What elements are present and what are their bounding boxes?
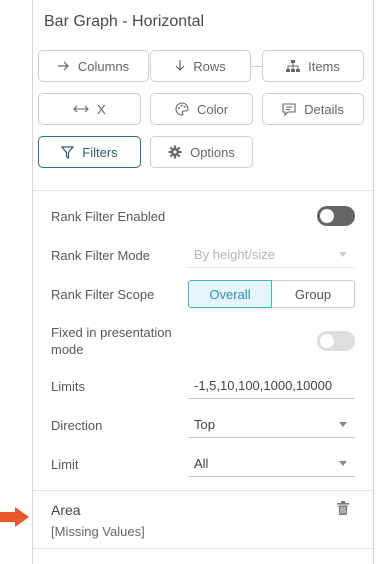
fixed-presentation-toggle[interactable]	[317, 331, 355, 351]
tab-options[interactable]: Options	[150, 136, 253, 168]
limit-select[interactable]: All	[188, 451, 355, 477]
tab-filters-label: Filters	[82, 144, 118, 160]
arrow-right-icon	[57, 61, 69, 71]
toggle-knob	[320, 209, 334, 223]
area-subtitle: [Missing Values]	[51, 524, 145, 539]
tab-columns-label: Columns	[77, 58, 130, 74]
scope-option-overall[interactable]: Overall	[188, 280, 272, 308]
tab-options-label: Options	[190, 144, 235, 160]
limits-input[interactable]: -1,5,10,100,1000,10000	[188, 373, 355, 399]
rank-filter-enabled-toggle[interactable]	[317, 206, 355, 226]
palette-icon	[175, 102, 189, 116]
gear-icon	[168, 145, 182, 159]
fixed-presentation-label: Fixed in presentation mode	[51, 325, 172, 357]
chevron-down-icon	[339, 252, 347, 257]
hierarchy-icon	[286, 60, 301, 72]
tab-details-label: Details	[304, 101, 344, 117]
divider	[33, 548, 373, 549]
tab-filters[interactable]: Filters	[38, 136, 141, 168]
panel-title: Bar Graph - Horizontal	[44, 13, 205, 30]
direction-select[interactable]: Top	[188, 412, 355, 438]
chevron-down-icon	[339, 461, 347, 466]
tab-x-label: X	[97, 101, 106, 117]
tab-rows-label: Rows	[193, 58, 226, 74]
area-title: Area	[51, 502, 81, 518]
divider	[33, 190, 373, 191]
tab-color-label: Color	[196, 101, 229, 117]
tab-x[interactable]: X	[38, 93, 141, 125]
arrow-down-icon	[175, 60, 185, 71]
limit-value: All	[194, 456, 209, 471]
rank-filter-mode-label: Rank Filter Mode	[51, 248, 150, 263]
tab-items[interactable]: Items	[262, 50, 364, 82]
direction-label: Direction	[51, 418, 103, 433]
rank-filter-mode-select[interactable]: By height/size	[188, 242, 355, 268]
rank-filter-enabled-label: Rank Filter Enabled	[51, 209, 166, 224]
pointer-arrow-icon	[0, 507, 29, 527]
trash-icon[interactable]	[337, 501, 349, 515]
rank-filter-scope-segmented: Overall Group	[188, 280, 355, 308]
connector-line	[249, 66, 263, 67]
direction-value: Top	[194, 417, 215, 432]
limit-label: Limit	[51, 457, 79, 472]
filter-icon	[61, 145, 75, 159]
limits-value: -1,5,10,100,1000,10000	[194, 378, 333, 393]
tab-details[interactable]: Details	[262, 93, 364, 125]
arrows-horizontal-icon	[73, 105, 89, 113]
toggle-knob	[320, 334, 334, 348]
tab-color[interactable]: Color	[150, 93, 253, 125]
chevron-down-icon	[339, 422, 347, 427]
tab-columns[interactable]: Columns	[38, 50, 149, 82]
limits-label: Limits	[51, 379, 85, 394]
tab-rows[interactable]: Rows	[150, 50, 251, 82]
rank-filter-scope-label: Rank Filter Scope	[51, 287, 155, 302]
scope-option-group[interactable]: Group	[272, 280, 355, 308]
tab-items-label: Items	[308, 58, 340, 74]
properties-panel: Bar Graph - Horizontal Columns Rows Item…	[32, 0, 374, 564]
divider	[33, 490, 373, 491]
speech-bubble-icon	[282, 102, 296, 116]
rank-filter-mode-value: By height/size	[194, 247, 275, 262]
